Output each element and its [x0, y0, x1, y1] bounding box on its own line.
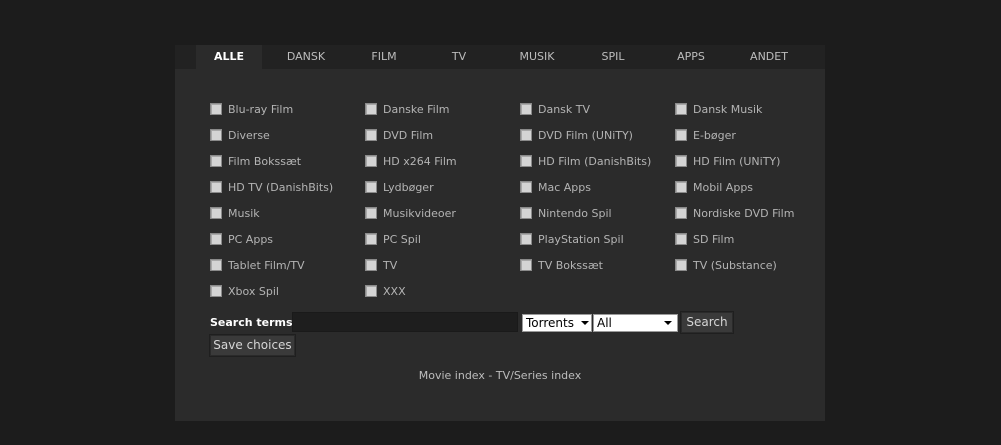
category-label[interactable]: Mac Apps: [538, 181, 591, 195]
category-checkbox[interactable]: [365, 233, 377, 245]
save-choices-button[interactable]: Save choices: [210, 335, 295, 356]
category-checkbox[interactable]: [210, 103, 222, 115]
category-label[interactable]: PC Spil: [383, 233, 421, 247]
category-checkbox[interactable]: [520, 103, 532, 115]
category-label[interactable]: Dansk Musik: [693, 103, 762, 117]
category-checkbox[interactable]: [365, 155, 377, 167]
category-label[interactable]: Tablet Film/TV: [228, 259, 305, 273]
scope-select-value: All: [597, 316, 612, 330]
category-checkbox[interactable]: [210, 181, 222, 193]
tab-dansk[interactable]: DANSK: [272, 45, 340, 69]
category-label[interactable]: DVD Film (UNiTY): [538, 129, 633, 143]
category-label[interactable]: TV Bokssæt: [538, 259, 603, 273]
category-tab-bar: ALLE DANSK FILM TV MUSIK SPIL APPS ANDET: [175, 45, 825, 69]
category-checkbox[interactable]: [210, 285, 222, 297]
category-checkbox[interactable]: [365, 103, 377, 115]
category-label[interactable]: Musikvideoer: [383, 207, 456, 221]
tab-andet[interactable]: ANDET: [735, 45, 803, 69]
tab-alle[interactable]: ALLE: [196, 45, 262, 69]
category-label[interactable]: Film Bokssæt: [228, 155, 301, 169]
category-checkbox[interactable]: [675, 129, 687, 141]
category-checkbox[interactable]: [210, 155, 222, 167]
chevron-down-icon: [581, 321, 589, 325]
search-terms-label: Search terms:: [210, 316, 297, 329]
category-checkbox[interactable]: [520, 155, 532, 167]
type-select-value: Torrents: [526, 316, 574, 330]
category-label[interactable]: PC Apps: [228, 233, 273, 247]
tab-spil[interactable]: SPIL: [579, 45, 647, 69]
category-label[interactable]: Dansk TV: [538, 103, 590, 117]
footer-links: Movie index - TV/Series index: [175, 369, 825, 383]
tab-film[interactable]: FILM: [350, 45, 418, 69]
category-checkbox[interactable]: [365, 129, 377, 141]
category-label[interactable]: DVD Film: [383, 129, 433, 143]
category-checkbox[interactable]: [365, 181, 377, 193]
category-label[interactable]: Xbox Spil: [228, 285, 279, 299]
category-checkbox[interactable]: [520, 181, 532, 193]
tab-musik[interactable]: MUSIK: [503, 45, 571, 69]
category-checkbox[interactable]: [675, 181, 687, 193]
category-label[interactable]: E-bøger: [693, 129, 736, 143]
category-label[interactable]: Lydbøger: [383, 181, 434, 195]
category-checkbox[interactable]: [520, 207, 532, 219]
category-checkbox[interactable]: [210, 259, 222, 271]
category-label[interactable]: HD Film (DanishBits): [538, 155, 651, 169]
category-label[interactable]: SD Film: [693, 233, 734, 247]
search-panel: ALLE DANSK FILM TV MUSIK SPIL APPS ANDET…: [175, 45, 825, 421]
scope-select[interactable]: All: [593, 314, 678, 332]
category-label[interactable]: Musik: [228, 207, 260, 221]
tv-series-index-link[interactable]: TV/Series index: [496, 369, 581, 382]
category-checkbox[interactable]: [675, 259, 687, 271]
category-label[interactable]: Nordiske DVD Film: [693, 207, 794, 221]
category-checkbox[interactable]: [520, 129, 532, 141]
category-checkbox[interactable]: [210, 129, 222, 141]
category-label[interactable]: HD x264 Film: [383, 155, 457, 169]
category-checkbox[interactable]: [675, 155, 687, 167]
category-label[interactable]: PlayStation Spil: [538, 233, 624, 247]
category-checkbox[interactable]: [365, 285, 377, 297]
chevron-down-icon: [664, 321, 672, 325]
category-checkbox[interactable]: [520, 233, 532, 245]
category-checkbox[interactable]: [365, 207, 377, 219]
category-checkbox[interactable]: [675, 233, 687, 245]
category-label[interactable]: HD TV (DanishBits): [228, 181, 333, 195]
category-label[interactable]: TV: [383, 259, 397, 273]
category-label[interactable]: Blu-ray Film: [228, 103, 293, 117]
tab-apps[interactable]: APPS: [657, 45, 725, 69]
category-label[interactable]: TV (Substance): [693, 259, 777, 273]
movie-index-link[interactable]: Movie index: [419, 369, 485, 382]
category-checkbox[interactable]: [210, 233, 222, 245]
type-select[interactable]: Torrents: [522, 314, 592, 332]
tab-tv[interactable]: TV: [425, 45, 493, 69]
category-label[interactable]: Nintendo Spil: [538, 207, 612, 221]
category-checkbox[interactable]: [675, 207, 687, 219]
category-checkbox[interactable]: [365, 259, 377, 271]
category-checkbox[interactable]: [520, 259, 532, 271]
search-button[interactable]: Search: [681, 312, 733, 333]
footer-separator: -: [484, 369, 496, 382]
search-input[interactable]: [292, 312, 518, 332]
category-checkbox[interactable]: [675, 103, 687, 115]
category-label[interactable]: HD Film (UNiTY): [693, 155, 780, 169]
category-label[interactable]: Danske Film: [383, 103, 450, 117]
category-label[interactable]: XXX: [383, 285, 406, 299]
category-label[interactable]: Mobil Apps: [693, 181, 753, 195]
category-label[interactable]: Diverse: [228, 129, 270, 143]
category-checkbox[interactable]: [210, 207, 222, 219]
